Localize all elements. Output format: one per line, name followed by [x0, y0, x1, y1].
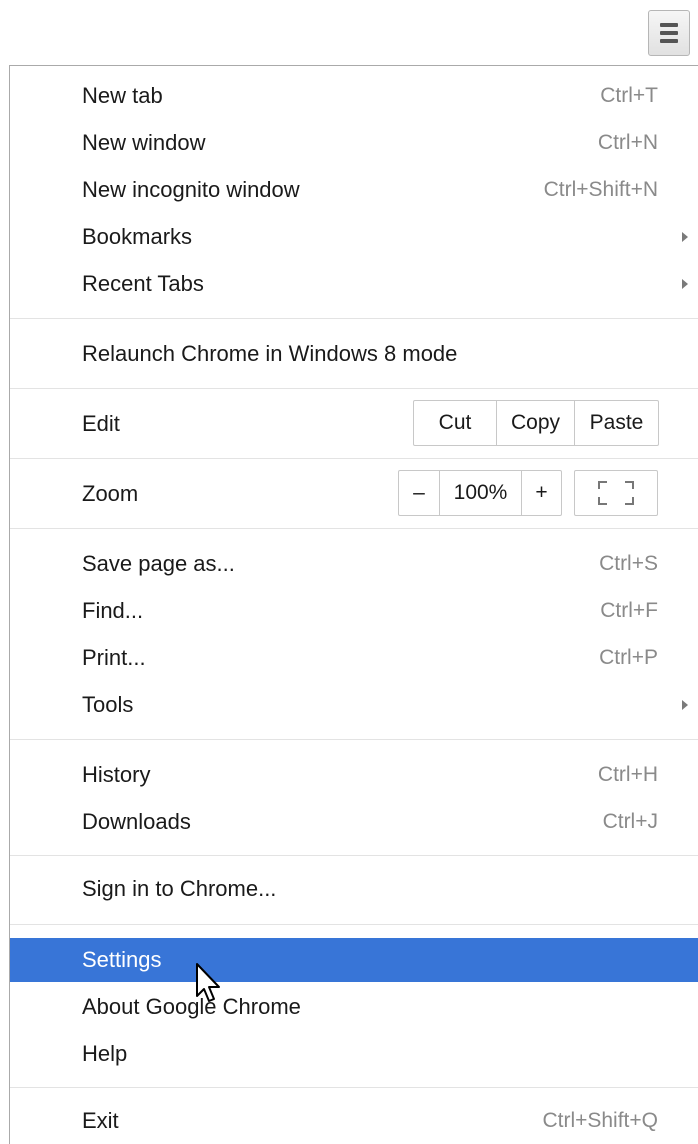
- zoom-in-button[interactable]: +: [521, 471, 561, 515]
- menu-item-label: Bookmarks: [82, 224, 193, 249]
- menu-item-shortcut: Ctrl+T: [600, 84, 658, 107]
- menu-item-label: Exit: [82, 1108, 119, 1133]
- menu-item-shortcut: Ctrl+N: [597, 131, 658, 154]
- menu-item-new-tab[interactable]: New tab Ctrl+T: [10, 74, 698, 118]
- menu-item-label: Downloads: [82, 809, 191, 834]
- paste-button[interactable]: Paste: [574, 401, 658, 445]
- menu-item-label: Zoom: [82, 481, 139, 506]
- menu-item-shortcut: Ctrl+F: [600, 599, 658, 622]
- menu-item-label: Find...: [82, 598, 144, 623]
- mouse-cursor-icon: [196, 963, 220, 1002]
- edit-button-group: Cut Copy Paste: [413, 400, 659, 446]
- menu-separator: [10, 458, 698, 459]
- menu-separator: [10, 924, 698, 925]
- chrome-main-menu: New tab Ctrl+T New window Ctrl+N New inc…: [9, 65, 698, 1144]
- copy-button[interactable]: Copy: [496, 401, 574, 445]
- zoom-level-display: 100%: [439, 471, 521, 515]
- menu-item-shortcut: Ctrl+Shift+Q: [542, 1109, 658, 1132]
- menu-item-history[interactable]: History Ctrl+H: [10, 753, 698, 797]
- menu-item-relaunch-windows-8[interactable]: Relaunch Chrome in Windows 8 mode: [10, 332, 698, 376]
- submenu-arrow-icon: [682, 279, 688, 289]
- menu-item-label: Print...: [82, 645, 146, 670]
- submenu-arrow-icon: [682, 232, 688, 242]
- menu-item-about-google-chrome[interactable]: About Google Chrome: [10, 985, 698, 1029]
- menu-item-label: History: [82, 762, 151, 787]
- menu-item-find[interactable]: Find... Ctrl+F: [10, 589, 698, 633]
- menu-item-sign-in[interactable]: Sign in to Chrome...: [10, 867, 698, 911]
- menu-item-label: Edit: [82, 411, 120, 436]
- menu-item-downloads[interactable]: Downloads Ctrl+J: [10, 800, 698, 844]
- menu-item-help[interactable]: Help: [10, 1032, 698, 1076]
- menu-item-label: Save page as...: [82, 551, 235, 576]
- menu-item-label: Sign in to Chrome...: [82, 876, 277, 901]
- menu-item-print[interactable]: Print... Ctrl+P: [10, 636, 698, 680]
- menu-separator: [10, 739, 698, 740]
- menu-item-shortcut: Ctrl+H: [597, 763, 658, 786]
- menu-separator: [10, 318, 698, 319]
- menu-item-zoom: Zoom – 100% +: [10, 470, 698, 516]
- hamburger-icon-bar-middle: [660, 31, 678, 35]
- menu-item-label: New window: [82, 130, 206, 155]
- chrome-menu-button[interactable]: [648, 10, 690, 56]
- zoom-button-group: – 100% +: [398, 470, 562, 516]
- menu-separator: [10, 528, 698, 529]
- menu-item-label: New incognito window: [82, 177, 300, 202]
- menu-item-label: Settings: [82, 947, 162, 972]
- menu-item-label: Help: [82, 1041, 128, 1066]
- menu-separator: [10, 388, 698, 389]
- menu-item-label: Tools: [82, 692, 134, 717]
- hamburger-icon-bar-bottom: [660, 39, 678, 43]
- menu-item-new-window[interactable]: New window Ctrl+N: [10, 121, 698, 165]
- menu-separator: [10, 855, 698, 856]
- menu-item-tools[interactable]: Tools: [10, 683, 698, 727]
- menu-item-recent-tabs[interactable]: Recent Tabs: [10, 262, 698, 306]
- menu-item-shortcut: Ctrl+P: [599, 646, 658, 669]
- menu-item-shortcut: Ctrl+S: [599, 552, 658, 575]
- menu-separator: [10, 1087, 698, 1088]
- menu-item-shortcut: Ctrl+Shift+N: [543, 178, 658, 201]
- menu-item-bookmarks[interactable]: Bookmarks: [10, 215, 698, 259]
- zoom-out-button[interactable]: –: [399, 471, 439, 515]
- menu-item-label: New tab: [82, 83, 163, 108]
- menu-item-label: Relaunch Chrome in Windows 8 mode: [82, 341, 458, 366]
- submenu-arrow-icon: [682, 700, 688, 710]
- fullscreen-button[interactable]: [574, 470, 658, 516]
- menu-item-label: Recent Tabs: [82, 271, 204, 296]
- menu-item-label: About Google Chrome: [82, 994, 301, 1019]
- menu-item-new-incognito-window[interactable]: New incognito window Ctrl+Shift+N: [10, 168, 698, 212]
- menu-item-settings[interactable]: Settings: [10, 938, 698, 982]
- menu-item-edit: Edit Cut Copy Paste: [10, 400, 698, 446]
- hamburger-icon-bar-top: [660, 23, 678, 27]
- menu-item-save-page-as[interactable]: Save page as... Ctrl+S: [10, 542, 698, 586]
- fullscreen-icon: [598, 481, 634, 505]
- menu-item-shortcut: Ctrl+J: [602, 810, 658, 833]
- cut-button[interactable]: Cut: [414, 401, 496, 445]
- menu-item-exit[interactable]: Exit Ctrl+Shift+Q: [10, 1099, 698, 1143]
